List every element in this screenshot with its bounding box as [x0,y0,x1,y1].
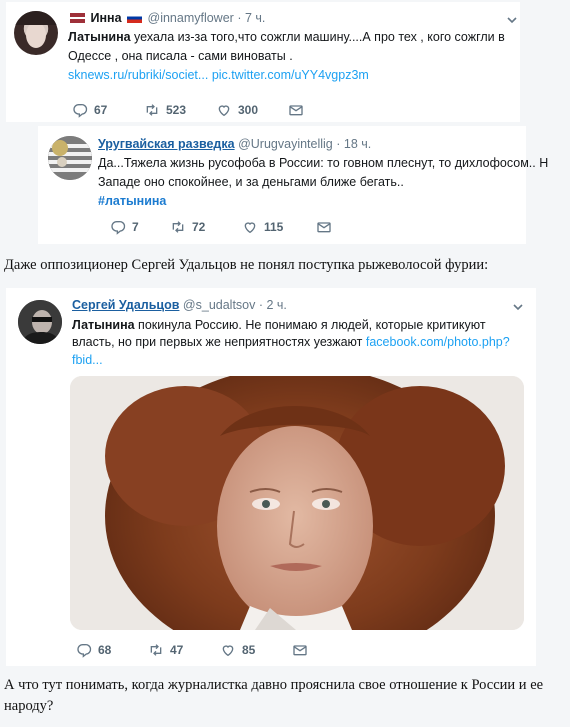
tweet-text: уехала из-за того,что сожгли машину....А… [130,30,505,44]
user-handle[interactable]: @s_udaltsov [183,298,255,312]
avatar-portrait-icon [14,11,58,48]
like-button[interactable]: 85 [220,642,292,658]
tweet-text-line: власть, но при первых же неприятностях у… [72,333,510,352]
tweet-text: власть, но при первых же неприятностях у… [72,335,366,349]
like-button[interactable]: 300 [216,102,288,118]
user-handle[interactable]: @Urugvayintellig [238,137,333,151]
tweet-innamyflower[interactable]: Инна @innamyflower · 7 ч. Латынина уехал… [6,2,520,122]
reply-icon [110,219,126,235]
chevron-down-icon[interactable] [512,301,524,313]
like-icon [242,219,258,235]
reply-count: 7 [132,220,139,234]
mention-bold: Латынина [68,30,131,44]
dm-icon [292,642,308,658]
tweet-header: Инна @innamyflower · 7 ч. [68,9,265,28]
tweet-text-line: Да...Тяжела жизнь русофоба в России: то … [98,156,549,170]
flag-latvia-icon [70,13,85,23]
retweet-icon [170,219,186,235]
retweet-icon [148,642,164,658]
like-icon [220,642,236,658]
reply-button[interactable]: 67 [72,102,144,118]
avatar-flag-icon [48,136,92,180]
retweet-count: 523 [166,103,187,117]
hashtag-link[interactable]: #латынина [98,192,166,211]
retweet-count: 72 [192,220,206,234]
user-name[interactable]: Уругвайская разведка [98,137,235,151]
tweet-text: покинула Россию. Не понимаю я людей, кот… [134,318,486,332]
tweet-actions: 67 523 300 [72,102,304,118]
tweet-photo[interactable] [70,376,524,630]
caption-text: Даже оппозиционер Сергей Удальцов не пон… [4,257,489,273]
portrait-image [70,376,524,630]
timestamp[interactable]: · 7 ч. [237,11,265,25]
tweet-text-line: Одессе , она писала - сами виноваты . [68,49,293,63]
link-facebook[interactable]: facebook.com/photo.php? [366,335,510,349]
tweet-text-line: Западе оно спокойнее, и за деньгами ближ… [98,175,404,189]
flag-russia-icon [127,13,143,23]
dm-icon [316,219,332,235]
like-count: 85 [242,643,256,657]
caption-text: народу? [4,698,54,714]
tweet-actions: 7 72 115 [110,219,332,235]
user-name[interactable]: Инна [90,11,121,25]
avatar[interactable] [48,136,92,180]
link-sknews[interactable]: sknews.ru/rubriki/societ... [68,68,208,82]
dm-icon [288,102,304,118]
tweet-links: sknews.ru/rubriki/societ... pic.twitter.… [68,66,369,85]
dm-button[interactable] [292,642,308,658]
retweet-button[interactable]: 47 [148,642,220,658]
dm-button[interactable] [316,219,332,235]
retweet-icon [144,102,160,118]
avatar[interactable] [14,11,58,55]
like-count: 300 [238,103,259,117]
timestamp[interactable]: · 2 ч. [259,298,287,312]
caption-text: А что тут понимать, когда журналистка да… [4,677,544,693]
tweet-actions: 68 47 85 [76,642,308,658]
avatar[interactable] [18,300,62,344]
dm-button[interactable] [288,102,304,118]
timestamp[interactable]: · 18 ч. [336,137,371,151]
link-facebook-cont[interactable]: fbid... [72,353,103,367]
reply-button[interactable]: 68 [76,642,148,658]
reply-button[interactable]: 7 [110,219,170,235]
retweet-count: 47 [170,643,184,657]
reply-icon [72,102,88,118]
user-name[interactable]: Сергей Удальцов [72,298,179,312]
tweet-text-line: fbid... [72,351,103,370]
reply-count: 67 [94,103,108,117]
avatar-portrait-icon [18,300,62,344]
user-handle[interactable]: @innamyflower [148,11,234,25]
mention-bold: Латынина [72,318,135,332]
link-pic-twitter[interactable]: pic.twitter.com/uYY4vgpz3m [212,68,369,82]
like-icon [216,102,232,118]
tweet-urugvayintellig[interactable]: Уругвайская разведка @Urugvayintellig · … [38,126,548,244]
tweet-s-udaltsov[interactable]: Сергей Удальцов @s_udaltsov · 2 ч. Латын… [6,288,536,666]
reply-count: 68 [98,643,112,657]
retweet-button[interactable]: 523 [144,102,216,118]
tweet-text-line: Латынина уехала из-за того,что сожгли ма… [68,28,505,47]
tweet-header: Сергей Удальцов @s_udaltsov · 2 ч. [72,296,287,315]
like-button[interactable]: 115 [242,219,316,235]
retweet-button[interactable]: 72 [170,219,242,235]
like-count: 115 [264,220,284,234]
chevron-down-icon[interactable] [506,14,518,26]
reply-icon [76,642,92,658]
tweet-header: Уругвайская разведка @Urugvayintellig · … [98,135,371,154]
